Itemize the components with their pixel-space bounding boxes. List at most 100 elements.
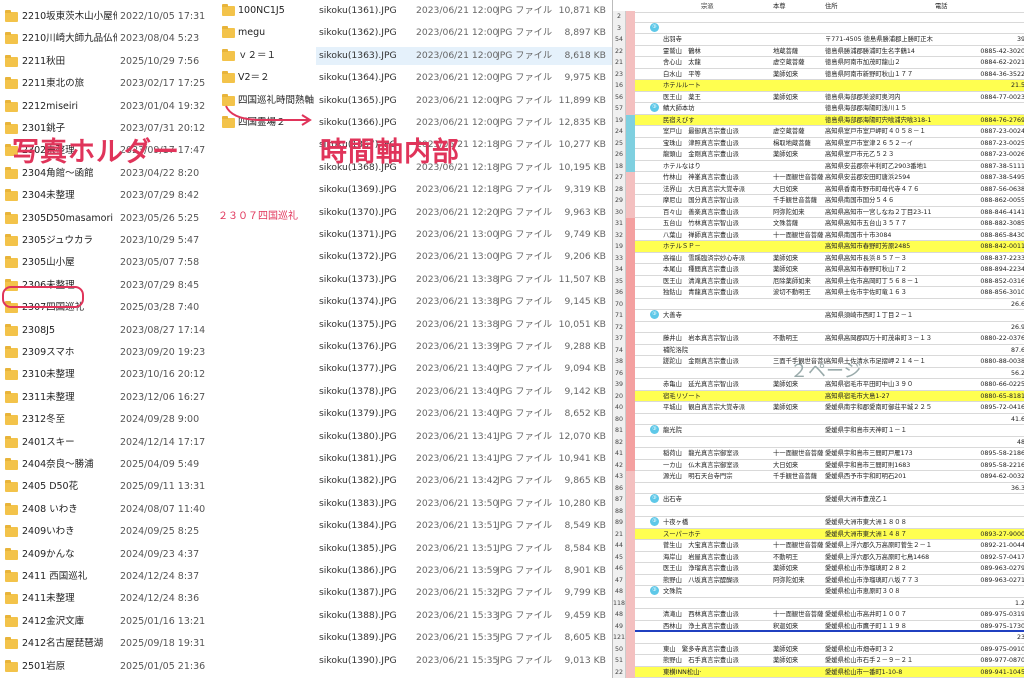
folder-icon — [5, 346, 18, 358]
sheet-row: 89 ③ 十夜ヶ橋 愛媛県大洲市東大洲１８０８ — [613, 517, 1024, 529]
folder-row[interactable]: 2305山小屋 2023/05/07 7:58 — [0, 254, 210, 272]
folder-row[interactable]: 2412名古屋琵琶湖 2025/09/18 19:31 — [0, 635, 210, 653]
sheet-cell-phone: 0893-27-9000 — [980, 530, 1024, 538]
folder-row[interactable]: 2411未整理 2024/12/24 8:36 — [0, 590, 210, 608]
folder-row[interactable]: 2210坂東茨木山小屋他 2022/10/05 17:31 — [0, 8, 210, 26]
file-row[interactable]: sikoku(1364).JPG 2023/06/21 12:00 JPG ファイル… — [316, 69, 612, 87]
file-row[interactable]: sikoku(1377).JPG 2023/06/21 13:40 JPG ファイル… — [316, 360, 612, 378]
folder-icon — [5, 480, 18, 493]
group-marker — [626, 206, 635, 219]
file-row[interactable]: sikoku(1380).JPG 2023/06/21 13:41 JPG ファイル… — [316, 428, 612, 446]
group-marker — [626, 609, 635, 621]
file-size: 9,206 KB — [564, 251, 606, 263]
file-row[interactable]: sikoku(1389).JPG 2023/06/21 15:35 JPG ファイル… — [316, 629, 612, 647]
file-type: JPG ファイル — [497, 94, 553, 106]
sheet-row: 16 ホテルルートイン阿南 21.5 — [613, 80, 1024, 92]
group-marker — [626, 22, 635, 35]
sheet-row: 43 源光山 明石寺天台寺門宗 千手観世音菩薩愛媛県西予市宇和町明石201 0894-… — [613, 471, 1024, 483]
file-row[interactable]: sikoku(1379).JPG 2023/06/21 13:40 JPG ファイル… — [316, 405, 612, 423]
file-row[interactable]: sikoku(1363).JPG 2023/06/21 12:00 JPG ファイル… — [316, 46, 612, 65]
folder-row[interactable]: 2404奈良～勝浦 2025/04/09 5:49 — [0, 456, 210, 474]
info-icon: ③ — [650, 310, 663, 321]
file-date: 2023/06/21 13:38 — [416, 296, 499, 308]
folder-name: 2409かんな — [22, 548, 75, 560]
file-date: 2023/06/21 13:40 — [416, 408, 499, 420]
folder-row[interactable]: 2409かんな 2024/09/23 4:37 — [0, 546, 210, 564]
subfolder-row[interactable]: ｖ２＝１ — [218, 47, 318, 65]
sheet-row: 18 ホテルなはり 高知県安芸郡奈半利町乙2903番地1 0887-38-5111 — [613, 160, 1024, 173]
file-row[interactable]: sikoku(1376).JPG 2023/06/21 13:39 JPG ファイル… — [316, 338, 612, 356]
sheet-cell-c5: 愛媛県松山市鷹子町１１９８ — [825, 622, 907, 630]
folder-row[interactable]: 2310未整理 2023/10/16 20:12 — [0, 366, 210, 384]
folder-row[interactable]: 2212miseiri 2023/01/04 19:32 — [0, 98, 210, 116]
folder-row[interactable]: 2211東北の旅 2023/02/17 17:25 — [0, 75, 210, 93]
file-type: JPG ファイル — [497, 161, 553, 173]
folder-row[interactable]: 2304未整理 2023/07/29 8:42 — [0, 187, 210, 205]
file-row[interactable]: sikoku(1381).JPG 2023/06/21 13:41 JPG ファイル… — [316, 450, 612, 468]
file-row[interactable]: sikoku(1369).JPG 2023/06/21 12:18 JPG ファイル… — [316, 181, 612, 199]
sheet-cell-c2: 霊鷲山 鶴林寺 — [663, 47, 701, 55]
folder-icon — [5, 614, 18, 627]
file-row[interactable]: sikoku(1361).JPG 2023/06/21 12:00 JPG ファイル… — [316, 2, 612, 20]
file-row[interactable]: sikoku(1372).JPG 2023/06/21 13:00 JPG ファイル… — [316, 248, 612, 266]
file-row[interactable]: sikoku(1362).JPG 2023/06/21 12:00 JPG ファイル… — [316, 24, 612, 42]
folder-row[interactable]: 2211秋田 2025/10/29 7:56 — [0, 53, 210, 71]
file-row[interactable]: sikoku(1382).JPG 2023/06/21 13:42 JPG ファイル… — [316, 472, 612, 490]
file-row[interactable]: sikoku(1391).JPG 2023/06/21 15:36JPG ファイル… — [316, 674, 612, 678]
sheet-cell-c3: 真言宗豊山派 — [701, 358, 739, 366]
file-row[interactable]: sikoku(1370).JPG 2023/06/21 12:20 JPG ファイル… — [316, 204, 612, 222]
folder-row[interactable]: 2308J5 2023/08/27 17:14 — [0, 322, 210, 340]
folder-row[interactable]: 2312冬至 2024/09/28 9:00 — [0, 411, 210, 429]
folder-row[interactable]: 2501岩原 2025/01/05 21:36 — [0, 658, 210, 676]
sheet-cell-phone: 089-975-0910 — [980, 645, 1024, 653]
file-row[interactable]: sikoku(1373).JPG 2023/06/21 13:38 JPG ファイル… — [316, 271, 612, 289]
sheet-cell-c4: 薬師如来 — [773, 266, 799, 274]
folder-row[interactable]: 2412金沢文庫 2025/01/16 13:21 — [0, 613, 210, 631]
file-name: sikoku(1362).JPG — [319, 27, 397, 39]
row-number: 43 — [613, 471, 626, 483]
subfolder-row[interactable]: 100NC1J5 — [218, 2, 318, 20]
sheet-cell-c2: 熊野山 石手寺 — [663, 657, 701, 665]
sheet-cell-phone: 0892-21-0044 — [980, 542, 1024, 550]
group-marker — [626, 45, 635, 58]
sheet-row: 20 宿毛リゾート椰子の浜 高知県宿毛市大島1-27 0880-65-8181 — [613, 390, 1024, 403]
file-row[interactable]: sikoku(1375).JPG 2023/06/21 13:38 JPG ファイル… — [316, 316, 612, 334]
file-row[interactable]: sikoku(1383).JPG 2023/06/21 13:50 JPG ファイル… — [316, 495, 612, 513]
sheet-cell-c2: 民宿えびす — [663, 116, 695, 124]
row-number: 16 — [613, 80, 626, 92]
file-row[interactable]: sikoku(1378).JPG 2023/06/21 13:40 JPG ファイル… — [316, 383, 612, 401]
file-row[interactable]: sikoku(1387).JPG 2023/06/21 15:32 JPG ファイル… — [316, 584, 612, 602]
folder-row[interactable]: 2401スキー 2024/12/14 17:17 — [0, 434, 210, 452]
folder-row[interactable]: 2408 いわき 2024/08/07 11:40 — [0, 501, 210, 519]
file-size: 9,975 KB — [564, 72, 606, 84]
file-row[interactable]: sikoku(1374).JPG 2023/06/21 13:38 JPG ファイル… — [316, 293, 612, 311]
folder-row[interactable]: 2409いわき 2024/09/25 8:25 — [0, 523, 210, 541]
file-size: 9,013 KB — [564, 654, 606, 666]
folder-row[interactable]: 2309スマホ 2023/09/20 19:23 — [0, 344, 210, 362]
sheet-cell-c2: 十夜ヶ橋 — [663, 519, 689, 527]
folder-row[interactable]: 2411 西国巡礼 2024/12/24 8:37 — [0, 568, 210, 586]
folder-row[interactable]: 2210川崎大師九品仏他 2023/08/04 5:23 — [0, 30, 210, 48]
file-row[interactable]: sikoku(1388).JPG 2023/06/21 15:33 JPG ファイル… — [316, 607, 612, 625]
folder-row[interactable]: 2305D50masamori 2023/05/26 5:25 — [0, 210, 210, 228]
file-row[interactable]: sikoku(1390).JPG 2023/06/21 15:35 JPG ファイル… — [316, 652, 612, 670]
file-row[interactable]: sikoku(1371).JPG 2023/06/21 13:00 JPG ファイル… — [316, 226, 612, 244]
subfolder-row[interactable]: V2＝２ — [218, 69, 318, 87]
file-date: 2023/06/21 13:40 — [416, 385, 499, 397]
file-type: JPG ファイル — [497, 49, 553, 61]
file-type: JPG ファイル — [497, 5, 553, 16]
folder-row[interactable]: 2405 D50花 2025/09/11 13:31 — [0, 478, 210, 496]
file-row[interactable]: sikoku(1365).JPG 2023/06/21 12:00 JPG ファイル… — [316, 92, 612, 110]
subfolder-row[interactable]: megu — [218, 24, 318, 42]
file-row[interactable]: sikoku(1385).JPG 2023/06/21 13:51 JPG ファイル… — [316, 540, 612, 558]
folder-row[interactable]: 2305ジュウカラ 2023/10/29 5:47 — [0, 232, 210, 250]
file-type: JPG ファイル — [497, 318, 553, 330]
file-row[interactable]: sikoku(1386).JPG 2023/06/21 13:59 JPG ファイル… — [316, 562, 612, 580]
sheet-cell-c2: 舎心山 太龍寺 — [663, 59, 701, 67]
sheet-cell-c5: 〒771-4505 徳島県勝浦郡上勝町正木 — [825, 36, 933, 44]
row-number: 41 — [613, 448, 626, 460]
file-row[interactable]: sikoku(1384).JPG 2023/06/21 13:51 JPG ファイル… — [316, 517, 612, 535]
folder-row[interactable]: 2311未整理 2023/12/06 16:27 — [0, 389, 210, 407]
file-list-pane: sikoku(1361).JPG 2023/06/21 12:00 JPG ファイル… — [316, 0, 612, 678]
file-date: 2023/06/21 13:50 — [416, 497, 499, 509]
